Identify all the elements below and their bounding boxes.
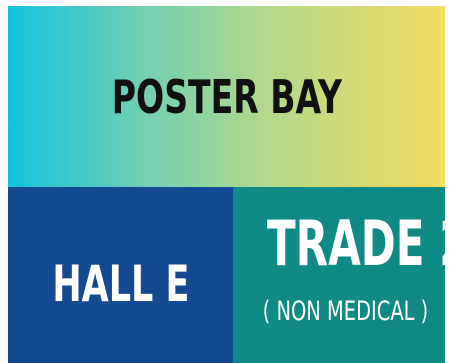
hall-label: HALL E — [51, 255, 190, 313]
trade-label: TRADE 2 — [266, 207, 451, 280]
banner-title: POSTER BAY — [111, 69, 342, 124]
trade-panel: TRADE 2 ( NON MEDICAL ) — [233, 187, 451, 363]
hall-panel: HALL E — [8, 187, 233, 363]
poster-bay-banner: POSTER BAY — [8, 6, 445, 187]
trade-sublabel: ( NON MEDICAL ) — [262, 296, 429, 327]
signage-board: POSTER BAY HALL E TRADE 2 ( NON MEDICAL … — [0, 0, 451, 363]
